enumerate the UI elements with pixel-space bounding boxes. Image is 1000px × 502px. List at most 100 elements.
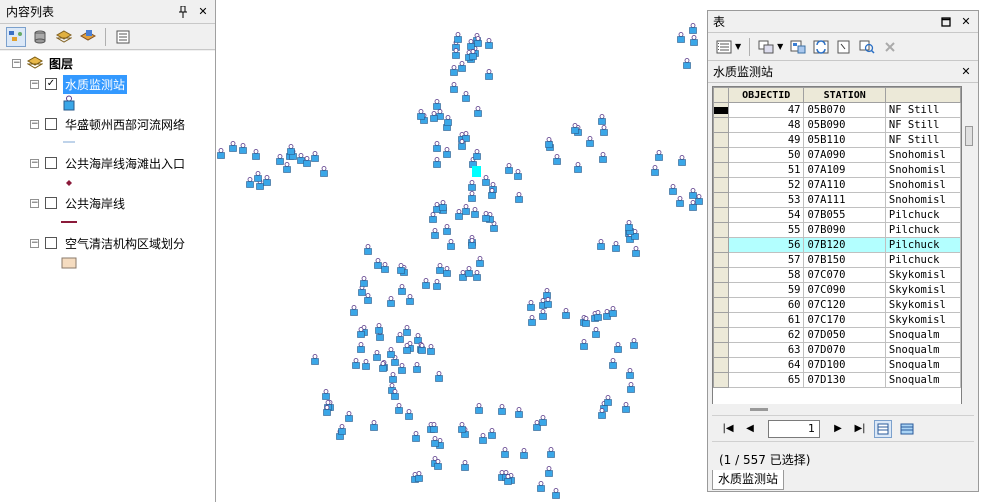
station-marker[interactable]: [609, 306, 617, 317]
table-row[interactable]: 51 07A109 Snohomisl: [713, 162, 961, 178]
collapse-icon[interactable]: −: [30, 198, 39, 208]
station-marker[interactable]: [387, 296, 395, 307]
layers-root[interactable]: − 图层: [12, 54, 75, 72]
next-record-button[interactable]: ▶: [830, 423, 846, 434]
station-marker[interactable]: [443, 224, 451, 235]
cell-objectid[interactable]: 55: [727, 222, 805, 238]
table-row[interactable]: 64 07D100 Snoqualm: [713, 357, 961, 373]
cell-river[interactable]: Skykomisl: [884, 297, 961, 313]
station-marker[interactable]: [479, 433, 487, 444]
station-marker[interactable]: [375, 323, 383, 334]
station-marker[interactable]: [322, 389, 330, 400]
table-row[interactable]: 52 07A110 Snohomisl: [713, 177, 961, 193]
row-selector[interactable]: [713, 237, 729, 253]
station-marker[interactable]: [562, 308, 570, 319]
collapse-icon[interactable]: −: [30, 79, 39, 89]
cell-objectid[interactable]: 52: [727, 177, 805, 193]
station-marker[interactable]: [655, 150, 663, 161]
station-marker[interactable]: [433, 279, 441, 290]
row-selector[interactable]: [713, 177, 729, 193]
clear-selection-button[interactable]: [834, 37, 854, 57]
table-row[interactable]: 61 07C170 Skykomisl: [713, 312, 961, 328]
station-marker[interactable]: [436, 263, 444, 274]
station-marker[interactable]: [373, 350, 381, 361]
station-marker[interactable]: [443, 147, 451, 158]
layer-item-beach-access[interactable]: − 公共海岸线海滩出入口: [30, 154, 187, 172]
station-marker[interactable]: [475, 403, 483, 414]
station-marker[interactable]: [412, 431, 420, 442]
station-marker[interactable]: [320, 166, 328, 177]
station-marker[interactable]: [417, 109, 425, 120]
station-marker[interactable]: [626, 368, 634, 379]
row-selector[interactable]: [713, 267, 729, 283]
station-marker[interactable]: [461, 460, 469, 471]
station-marker[interactable]: [338, 424, 346, 435]
station-marker[interactable]: [345, 411, 353, 422]
cell-objectid[interactable]: 65: [727, 372, 805, 388]
row-selector[interactable]: [713, 102, 729, 118]
station-marker[interactable]: [488, 428, 496, 439]
vertical-scrollbar[interactable]: [962, 86, 976, 405]
table-row[interactable]: 65 07D130 Snoqualm: [713, 372, 961, 388]
cell-station[interactable]: 05B110: [803, 132, 886, 148]
cell-objectid[interactable]: 53: [727, 192, 805, 208]
station-marker[interactable]: [537, 481, 545, 492]
table-row[interactable]: 50 07A090 Snohomisl: [713, 147, 961, 163]
maximize-icon[interactable]: [938, 14, 954, 30]
cell-river[interactable]: Skykomisl: [884, 312, 961, 328]
station-marker[interactable]: [422, 278, 430, 289]
station-marker[interactable]: [473, 149, 481, 160]
cell-river[interactable]: Skykomisl: [884, 282, 961, 298]
station-marker[interactable]: [360, 276, 368, 287]
cell-objectid[interactable]: 60: [727, 297, 805, 313]
current-record-input[interactable]: 1: [768, 419, 820, 438]
station-marker[interactable]: [625, 220, 633, 231]
station-marker[interactable]: [580, 339, 588, 350]
station-marker[interactable]: [455, 209, 463, 220]
cell-station[interactable]: 07D130: [803, 372, 886, 388]
station-marker[interactable]: [622, 402, 630, 413]
layer-visibility-checkbox[interactable]: [45, 197, 57, 209]
station-marker[interactable]: [431, 436, 439, 447]
station-marker[interactable]: [405, 409, 413, 420]
cell-station[interactable]: 07C120: [803, 297, 886, 313]
layer-visibility-checkbox[interactable]: [45, 237, 57, 249]
list-by-source-button[interactable]: [30, 27, 50, 47]
station-marker[interactable]: [490, 221, 498, 232]
station-marker[interactable]: [485, 69, 493, 80]
collapse-icon[interactable]: −: [12, 58, 21, 68]
station-marker[interactable]: [287, 144, 295, 155]
station-marker[interactable]: [514, 169, 522, 180]
table-row[interactable]: 53 07A111 Snohomisl: [713, 192, 961, 208]
station-marker[interactable]: [651, 165, 659, 176]
cell-river[interactable]: Skykomisl: [884, 267, 961, 283]
table-row[interactable]: 63 07D070 Snoqualm: [713, 342, 961, 358]
row-selector[interactable]: [713, 372, 729, 388]
station-marker[interactable]: [443, 266, 451, 277]
station-marker[interactable]: [574, 162, 582, 173]
station-marker[interactable]: [485, 38, 493, 49]
station-marker[interactable]: [544, 297, 552, 308]
layer-item-public-coastline[interactable]: − 公共海岸线: [30, 194, 127, 212]
cell-objectid[interactable]: 47: [727, 102, 805, 118]
station-marker[interactable]: [387, 347, 395, 358]
station-marker[interactable]: [458, 422, 466, 433]
scrollbar-thumb[interactable]: [750, 408, 768, 411]
station-marker[interactable]: [450, 65, 458, 76]
column-header-objectid[interactable]: OBJECTID: [727, 87, 805, 103]
layer-item-river-network[interactable]: − 华盛顿州西部河流网络: [30, 115, 187, 133]
station-marker[interactable]: [677, 32, 685, 43]
station-marker[interactable]: [444, 115, 452, 126]
close-icon[interactable]: ✕: [958, 14, 974, 30]
cell-objectid[interactable]: 50: [727, 147, 805, 163]
row-selector[interactable]: [713, 222, 729, 238]
switch-selection-button[interactable]: [811, 37, 831, 57]
cell-river[interactable]: Snohomisl: [884, 147, 961, 163]
cell-station[interactable]: 07C070: [803, 267, 886, 283]
list-by-selection-button[interactable]: [78, 27, 98, 47]
table-row[interactable]: 57 07B150 Pilchuck: [713, 252, 961, 268]
cell-station[interactable]: 07B150: [803, 252, 886, 268]
station-marker[interactable]: [539, 415, 547, 426]
station-marker[interactable]: [311, 151, 319, 162]
station-marker[interactable]: [358, 285, 366, 296]
